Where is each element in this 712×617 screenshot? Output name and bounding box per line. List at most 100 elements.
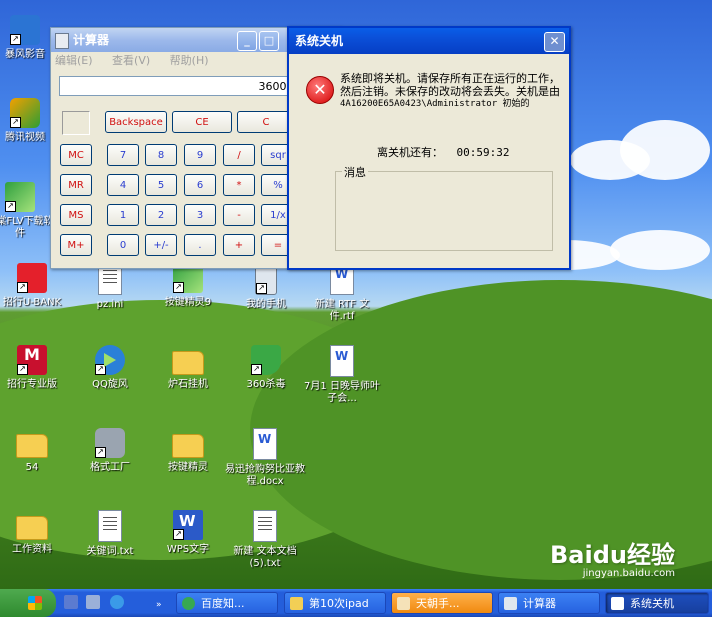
shutdown-titlebar[interactable]: 系统关机 ✕ [289, 28, 569, 54]
countdown-label: 离关机还有： [377, 146, 443, 159]
calculator-icon [504, 597, 517, 610]
watermark-url: jingyan.baidu.com [582, 568, 675, 579]
cloud [620, 120, 710, 180]
task-tianchao[interactable]: 天朝手... [391, 592, 493, 614]
tencent-video-icon: ↗ [10, 98, 40, 128]
qq-xuanfeng-icon: ↗ [95, 345, 125, 375]
folder-icon [16, 516, 48, 540]
mplus-button[interactable]: M+ [60, 234, 92, 256]
digit-4-button[interactable]: 4 [107, 174, 139, 196]
backspace-button[interactable]: Backspace [105, 111, 167, 133]
ie-icon[interactable] [110, 595, 124, 609]
menu-edit[interactable]: 编辑(E) [55, 54, 93, 67]
digit-7-button[interactable]: 7 [107, 144, 139, 166]
windows-logo-icon [28, 596, 42, 610]
word-doc-icon [253, 428, 277, 460]
icon-wps[interactable]: ↗ WPS文字 [148, 510, 228, 556]
close-icon[interactable]: ✕ [544, 32, 565, 52]
calculator-display: 3600. [59, 76, 295, 96]
decimal-button[interactable]: . [184, 234, 216, 256]
digit-3-button[interactable]: 3 [184, 204, 216, 226]
minimize-button[interactable]: _ [237, 31, 257, 51]
quicklaunch-icon[interactable] [64, 595, 78, 609]
digit-8-button[interactable]: 8 [145, 144, 177, 166]
message-group: 消息 [335, 164, 553, 251]
icon-work-folder[interactable]: 工作资料 [0, 510, 72, 556]
taskbar: » 百度知... 第10次ipad 天朝手... 计算器 系统关机 [0, 589, 712, 617]
watermark-brand: Baidu经验 [550, 541, 675, 569]
baofeng-icon: ↗ [10, 15, 40, 45]
digit-2-button[interactable]: 2 [145, 204, 177, 226]
mr-button[interactable]: MR [60, 174, 92, 196]
multiply-button[interactable]: * [223, 174, 255, 196]
icon-folder-54[interactable]: 54 [0, 428, 72, 474]
task-ipad10[interactable]: 第10次ipad [284, 592, 386, 614]
digit-6-button[interactable]: 6 [184, 174, 216, 196]
icon-flv-downloader[interactable]: ↗ 维棠FLV下载软件 [0, 182, 55, 240]
shutdown-title: 系统关机 [295, 34, 344, 48]
countdown-value: 00:59:32 [456, 146, 510, 159]
text-file-icon [253, 510, 277, 542]
menu-view[interactable]: 查看(V) [112, 54, 150, 67]
add-button[interactable]: + [223, 234, 255, 256]
desktop: ↗ 暴风影音 ↗ 腾讯视频 ↗ 维棠FLV下载软件 ↗ 招行U-BANK ↗ 招… [0, 0, 712, 589]
memory-indicator [62, 111, 90, 135]
icon-docx-tutorial[interactable]: 易迅抢购努比亚教程.docx [222, 428, 308, 488]
icon-doc-july[interactable]: 7月1 日晚导师叶子会... [304, 345, 380, 405]
sign-button[interactable]: +/- [145, 234, 177, 256]
wps-icon: ↗ [173, 510, 203, 540]
ms-button[interactable]: MS [60, 204, 92, 226]
shutdown-countdown: 离关机还有： 00:59:32 [377, 144, 509, 160]
folder-icon [172, 351, 204, 375]
digit-9-button[interactable]: 9 [184, 144, 216, 166]
format-factory-icon: ↗ [95, 428, 125, 458]
baidu-watermark: Baidu经验 jingyan.baidu.com [550, 535, 675, 579]
icon-qq-xuanfeng[interactable]: ↗ QQ旋风 [70, 345, 150, 391]
shield-icon: ↗ [251, 345, 281, 375]
ce-button[interactable]: CE [172, 111, 232, 133]
message-group-label: 消息 [342, 164, 368, 180]
icon-anjian-folder[interactable]: 按键精灵 [148, 428, 228, 474]
folder-icon [290, 597, 303, 610]
quicklaunch-icon[interactable] [86, 595, 100, 609]
icon-hearthstone[interactable]: 炉石挂机 [148, 345, 228, 391]
digit-0-button[interactable]: 0 [107, 234, 139, 256]
digit-1-button[interactable]: 1 [107, 204, 139, 226]
app-icon [397, 597, 410, 610]
icon-pz-ini[interactable]: pz.ini [70, 263, 150, 311]
shutdown-initiator: 4A16200E65A0423\Administrator 初始的 [340, 99, 530, 109]
icon-anjian9[interactable]: ↗ 按键精灵9 [148, 263, 228, 309]
digit-5-button[interactable]: 5 [145, 174, 177, 196]
chevron-right-icon[interactable]: » [156, 600, 164, 610]
task-baidu-zhidao[interactable]: 百度知... [176, 592, 278, 614]
calculator-icon [55, 33, 69, 49]
icon-360[interactable]: ↗ 360杀毒 [226, 345, 306, 391]
cmb-ubank-icon: ↗ [17, 263, 47, 293]
folder-icon [16, 434, 48, 458]
icon-cmb-ubank[interactable]: ↗ 招行U-BANK [0, 263, 72, 309]
icon-keywords-txt[interactable]: 关键词.txt [70, 510, 150, 558]
word-doc-icon [330, 345, 354, 377]
shutdown-message: 系统即将关机。请保存所有正在运行的工作，然后注销。未保存的改动将会丢失。关机是由… [340, 72, 562, 111]
subtract-button[interactable]: - [223, 204, 255, 226]
start-button[interactable] [0, 589, 56, 617]
shutdown-dialog[interactable]: 系统关机 ✕ ✕ 系统即将关机。请保存所有正在运行的工作，然后注销。未保存的改动… [287, 26, 571, 270]
icon-my-phone[interactable]: ↗ 我的手机 [226, 263, 306, 311]
icon-cmb-pro[interactable]: ↗ 招行专业版 [0, 345, 72, 391]
menu-help[interactable]: 帮助(H) [170, 54, 209, 67]
icon-new-txt5[interactable]: 新建 文本文档 (5).txt [226, 510, 304, 570]
error-icon: ✕ [306, 76, 334, 104]
cloud [610, 230, 710, 270]
mc-button[interactable]: MC [60, 144, 92, 166]
window-icon [611, 597, 624, 610]
calculator-title: 计算器 [73, 33, 110, 47]
icon-format-factory[interactable]: ↗ 格式工厂 [70, 428, 150, 474]
flv-downloader-icon: ↗ [5, 182, 35, 212]
maximize-button[interactable]: □ [259, 31, 279, 51]
browser-icon [182, 597, 195, 610]
task-shutdown[interactable]: 系统关机 [605, 592, 709, 614]
shutdown-message-text: 系统即将关机。请保存所有正在运行的工作，然后注销。未保存的改动将会丢失。关机是由 [340, 72, 560, 98]
divide-button[interactable]: / [223, 144, 255, 166]
icon-new-rtf[interactable]: 新建 RTF 文件.rtf [304, 263, 380, 323]
task-calculator[interactable]: 计算器 [498, 592, 600, 614]
